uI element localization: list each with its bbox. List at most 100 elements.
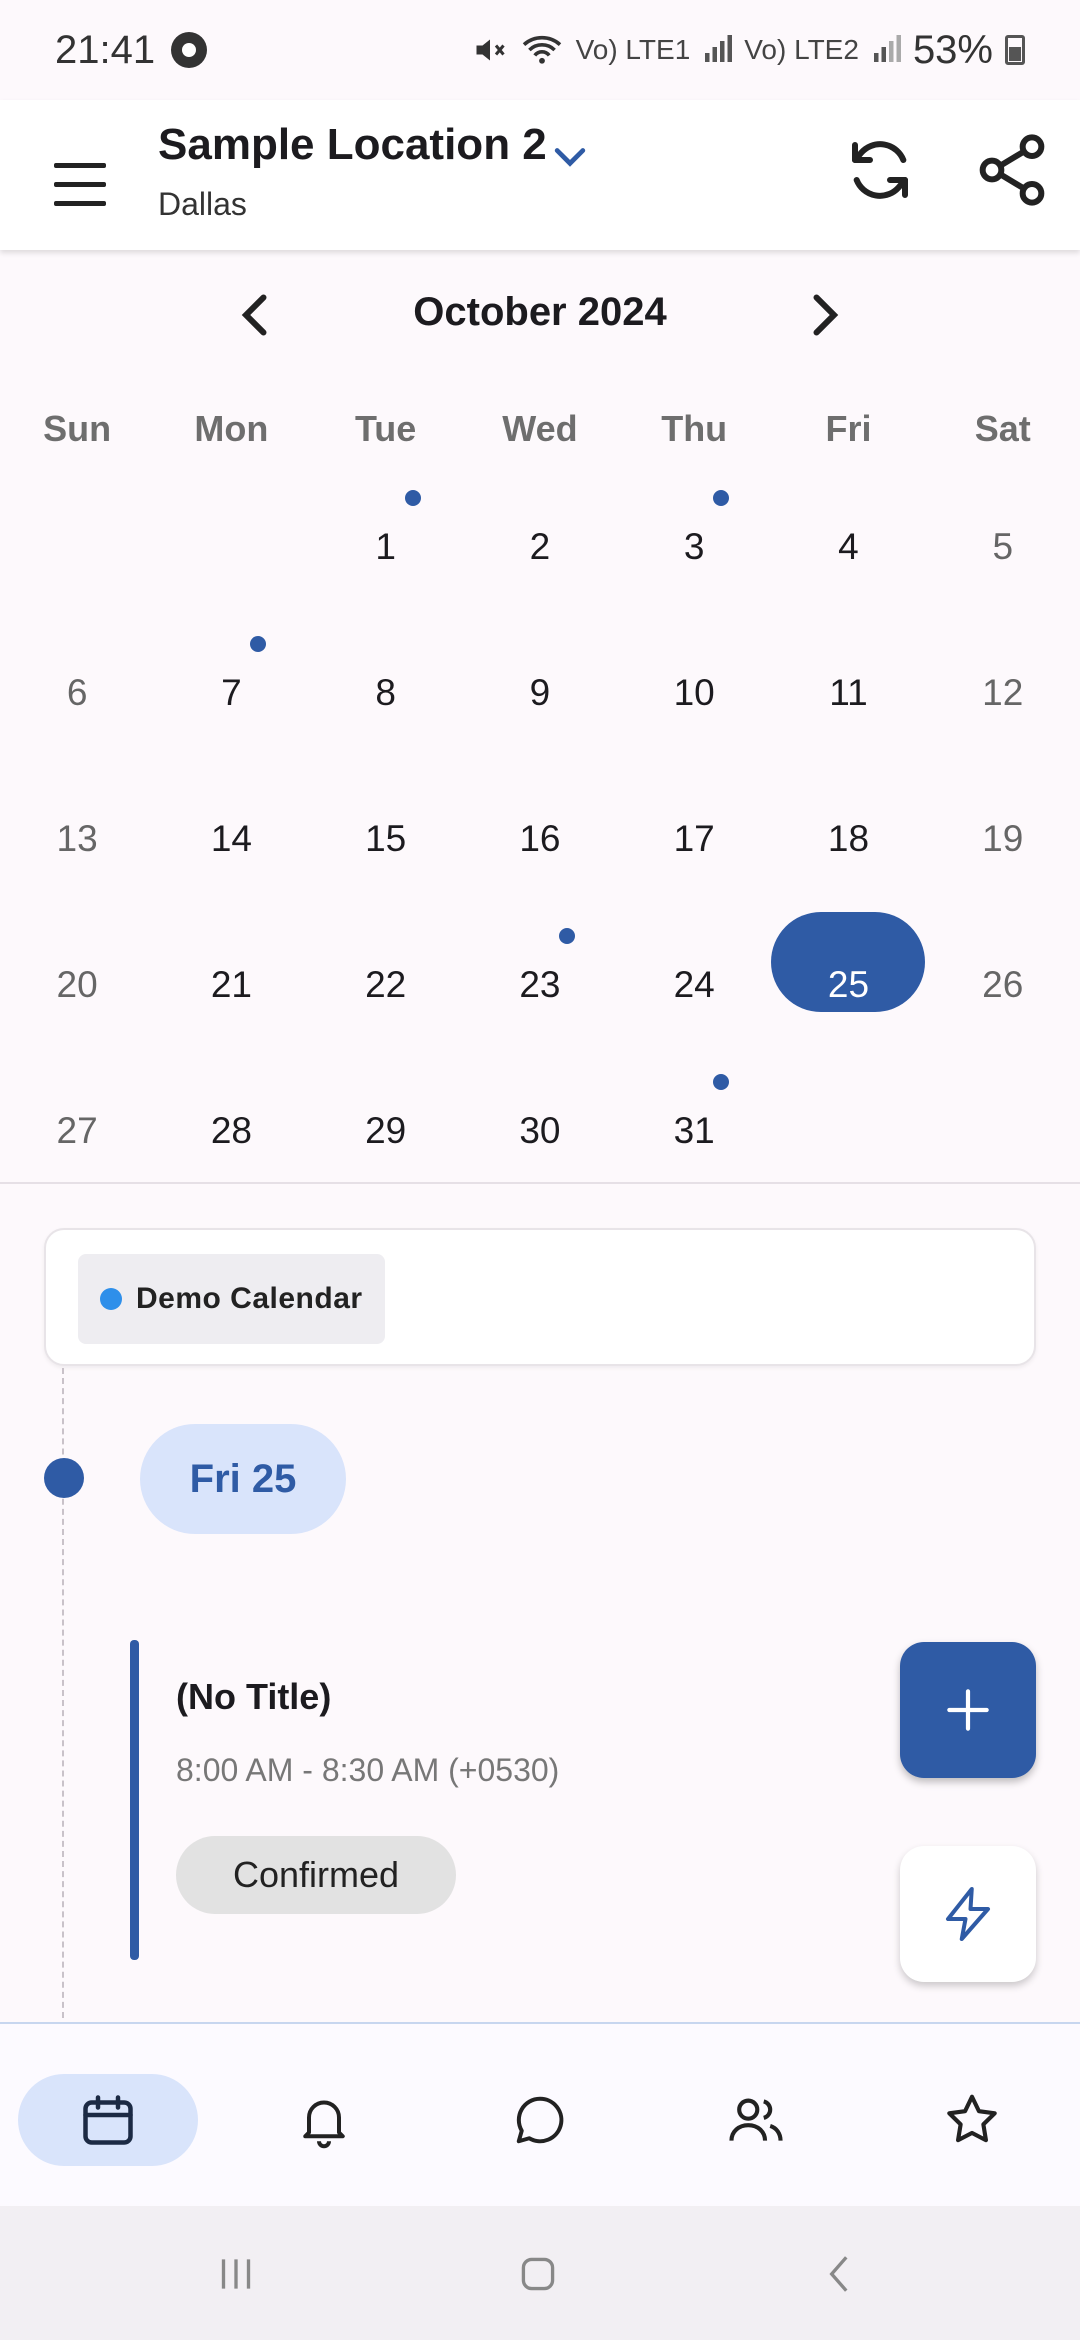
weekday-label: Tue: [354, 408, 417, 449]
battery-percent: 53%: [912, 27, 993, 72]
calendar-icon: [83, 2095, 133, 2145]
plus-icon: [947, 1689, 989, 1731]
calendar-day-number: 12: [982, 672, 1024, 713]
calendar-day[interactable]: 3: [617, 474, 771, 620]
add-event-button[interactable]: [900, 1642, 1036, 1778]
calendar-day[interactable]: 24: [617, 912, 771, 1058]
home-button[interactable]: [508, 2244, 568, 2304]
calendar-day[interactable]: 21: [154, 912, 308, 1058]
weekday-label: Fri: [825, 408, 872, 449]
sim2-label: Vo) LTE2: [744, 34, 859, 65]
share-icon[interactable]: [972, 130, 1052, 210]
divider: [0, 1182, 1080, 1184]
event-indicator-dot: [713, 490, 730, 506]
recents-icon: [221, 2259, 251, 2289]
chevron-left-icon[interactable]: [226, 280, 286, 350]
quick-action-button[interactable]: [900, 1846, 1036, 1982]
calendar-day[interactable]: 17: [617, 766, 771, 912]
status-time: 21:41: [55, 27, 156, 72]
timeline-dot: [44, 1458, 84, 1498]
bell-icon: [303, 2100, 345, 2149]
calendar-days-grid: 1 2 3 4 5 6 7 8 9 10 11 12 13 14 15 16 17 18 19 20 21 22 23 24 2…: [0, 474, 1080, 1204]
calendar-day[interactable]: 16: [463, 766, 617, 912]
wifi-icon: [522, 35, 561, 64]
calendar-day-number: 5: [992, 526, 1014, 567]
calendar-day-number: 30: [519, 1110, 561, 1151]
calendar-day[interactable]: 2: [463, 474, 617, 620]
calendar-filter-card: Demo Calendar: [44, 1228, 1036, 1366]
weekday-label: Thu: [661, 408, 728, 449]
weekday-label: Sun: [43, 408, 112, 449]
calendar-day-number: 7: [221, 672, 242, 713]
calendar-day[interactable]: 15: [309, 766, 463, 912]
agenda-date-label: Fri 25: [140, 1424, 346, 1534]
calendar-day[interactable]: 11: [771, 620, 925, 766]
calendar-day-number: 10: [673, 672, 715, 713]
chevron-down-icon[interactable]: [548, 134, 592, 178]
calendar-day[interactable]: 26: [926, 912, 1080, 1058]
event-color-bar: [130, 1640, 139, 1960]
nav-messages[interactable]: [450, 2074, 630, 2166]
star-icon: [947, 2094, 997, 2143]
weekday-header: Sun Mon Tue Wed Thu Fri Sat: [0, 408, 1080, 450]
event-indicator-dot: [713, 1074, 730, 1090]
calendar-day[interactable]: 4: [771, 474, 925, 620]
calendar-day-number: 4: [838, 526, 859, 567]
calendar-day[interactable]: 22: [309, 912, 463, 1058]
system-navigation-bar: [0, 2206, 1080, 2340]
event-card[interactable]: (No Title) 8:00 AM - 8:30 AM (+0530) Con…: [130, 1640, 890, 1960]
calendar-day[interactable]: 9: [463, 620, 617, 766]
calendar-day-number: 11: [829, 672, 868, 713]
mute-icon: [476, 39, 505, 61]
event-status-badge: Confirmed: [176, 1836, 456, 1914]
location-name[interactable]: Sample Location 2: [158, 120, 547, 170]
calendar-day[interactable]: 8: [309, 620, 463, 766]
calendar-day[interactable]: 23: [463, 912, 617, 1058]
nav-favorites[interactable]: [882, 2074, 1062, 2166]
calendar-day[interactable]: 10: [617, 620, 771, 766]
nav-calendar[interactable]: [18, 2074, 198, 2166]
sync-icon[interactable]: [840, 130, 920, 210]
signal-icon-2: [873, 35, 901, 62]
calendar-day-number: 20: [56, 964, 98, 1005]
calendar-day[interactable]: 5: [926, 474, 1080, 620]
nav-notifications[interactable]: [234, 2074, 414, 2166]
calendar-day-number: 6: [66, 672, 88, 713]
chevron-right-icon[interactable]: [794, 280, 854, 350]
calendar-day-number: 23: [519, 964, 561, 1005]
event-indicator-dot: [250, 636, 267, 652]
calendar-header: October 2024: [0, 280, 1080, 350]
calendar-day-number: 18: [827, 818, 870, 859]
calendar-day[interactable]: 1: [309, 474, 463, 620]
calendar-day-number: 16: [519, 818, 561, 859]
chrome-notification-icon: [171, 32, 208, 68]
event-title: (No Title): [176, 1676, 332, 1717]
recent-apps-button[interactable]: [206, 2244, 266, 2304]
calendar-day-number: 26: [982, 964, 1024, 1005]
app-bar: Sample Location 2 Dallas: [0, 100, 1080, 250]
calendar-day[interactable]: 13: [0, 766, 154, 912]
calendar-day-selected[interactable]: 25: [771, 912, 926, 1058]
calendar-day-number: 24: [673, 964, 715, 1005]
lightning-icon: [946, 1887, 990, 1941]
calendar-day-number: 14: [210, 818, 252, 859]
calendar-month-label: October 2024: [413, 290, 667, 334]
calendar-day[interactable]: 19: [926, 766, 1080, 912]
back-button[interactable]: [810, 2244, 870, 2304]
home-icon: [521, 2257, 555, 2291]
location-city: Dallas: [158, 186, 247, 222]
calendar-day[interactable]: 14: [154, 766, 308, 912]
event-time: 8:00 AM - 8:30 AM (+0530): [176, 1752, 560, 1788]
calendar-day[interactable]: 18: [771, 766, 925, 912]
calendar-day[interactable]: 12: [926, 620, 1080, 766]
calendar-filter-chip[interactable]: Demo Calendar: [78, 1254, 385, 1344]
menu-button[interactable]: [40, 145, 120, 225]
calendar-day-number: 17: [673, 818, 715, 859]
calendar-day[interactable]: 20: [0, 912, 154, 1058]
calendar-day[interactable]: 6: [0, 620, 154, 766]
nav-contacts[interactable]: [666, 2074, 846, 2166]
calendar-day-number: 25: [827, 964, 870, 1005]
calendar-day[interactable]: 7: [154, 620, 308, 766]
contacts-icon: [729, 2098, 783, 2141]
calendar-day-number: 19: [982, 818, 1024, 859]
